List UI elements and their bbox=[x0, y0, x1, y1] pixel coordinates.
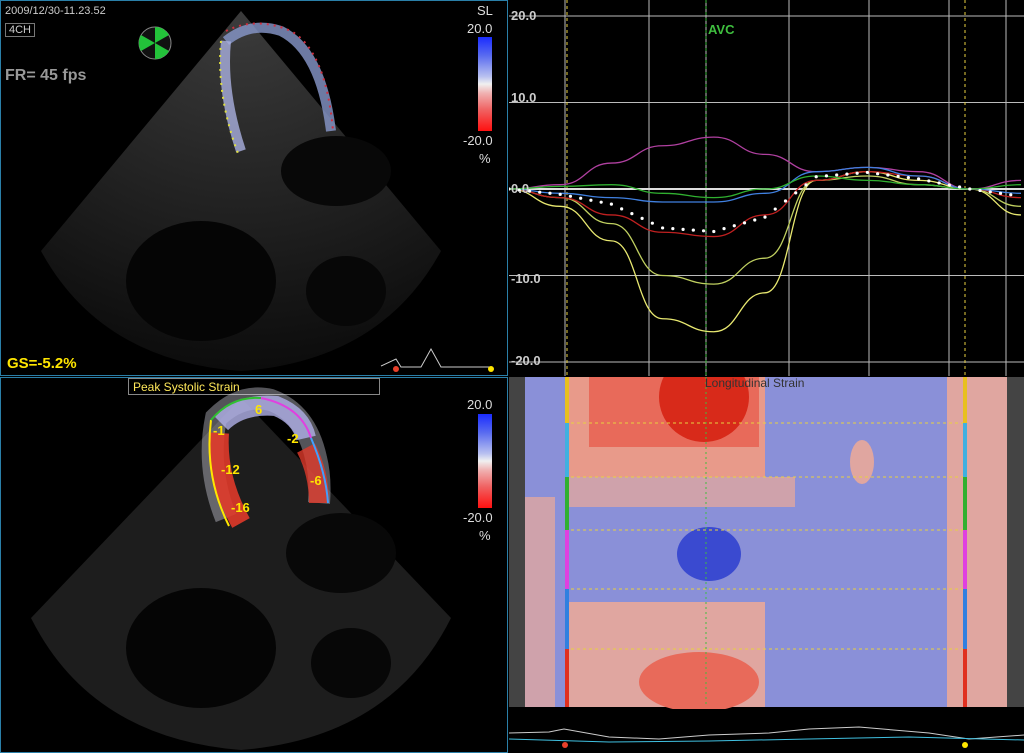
segment-value-mid-septal: -12 bbox=[221, 462, 240, 477]
global-strain-dot bbox=[1009, 193, 1013, 197]
global-strain-dot bbox=[691, 228, 695, 232]
global-strain-dot bbox=[998, 191, 1003, 195]
strain-colorbar bbox=[478, 37, 492, 131]
global-strain-dot bbox=[886, 173, 890, 177]
global-strain-dot bbox=[845, 172, 849, 176]
strain-series-line bbox=[509, 175, 1022, 199]
timestamp: 2009/12/30-11.23.52 bbox=[5, 5, 106, 17]
global-strain-dot bbox=[742, 221, 747, 225]
global-strain-dot bbox=[968, 187, 972, 191]
scale-min: -20.0 bbox=[463, 133, 493, 148]
global-strain-dot bbox=[896, 174, 900, 178]
global-strain-dot bbox=[650, 221, 654, 225]
strain-curves-panel[interactable]: 20.0 10.0 0.0 -10.0 -20.0 AVC bbox=[509, 0, 1024, 376]
view-label: 4CH bbox=[5, 23, 36, 37]
global-strain-dot bbox=[876, 172, 880, 176]
global-strain-dot bbox=[661, 226, 665, 230]
global-strain-dot bbox=[630, 212, 634, 216]
global-strain-dot bbox=[548, 191, 552, 195]
global-strain-dot bbox=[538, 190, 542, 194]
scale-max: 20.0 bbox=[467, 21, 493, 36]
global-strain-dot bbox=[804, 183, 808, 187]
segment-value-apical-septal: -1 bbox=[213, 423, 225, 438]
global-strain: GS=-5.2% bbox=[7, 355, 77, 372]
global-strain-dot bbox=[701, 229, 706, 233]
global-strain-dot bbox=[865, 170, 869, 175]
global-strain-dot bbox=[579, 196, 583, 200]
strain-map-panel[interactable]: Longitudinal Strain bbox=[509, 377, 1024, 753]
global-strain-dot bbox=[589, 198, 593, 202]
global-strain-dot bbox=[609, 202, 613, 206]
peak-strain-panel[interactable]: Peak Systolic Strain 6 -1 -2 -12 -6 -16 … bbox=[0, 377, 508, 753]
global-strain-dot bbox=[773, 207, 777, 211]
global-strain-dot bbox=[753, 218, 757, 222]
y-tick-10: 10.0 bbox=[511, 90, 537, 105]
global-strain-dot bbox=[978, 188, 982, 193]
global-strain-dot bbox=[712, 229, 716, 234]
global-strain-dot bbox=[681, 227, 685, 231]
global-strain-dot bbox=[824, 174, 829, 178]
global-strain-dot bbox=[855, 171, 859, 175]
global-strain-dot bbox=[722, 227, 726, 231]
global-strain-dot bbox=[599, 200, 603, 204]
segment-value-basal-septal: -16 bbox=[231, 500, 250, 515]
global-strain-dot bbox=[947, 183, 951, 187]
strain-curves-chart bbox=[509, 0, 1024, 376]
echo-image-segments bbox=[31, 387, 451, 750]
global-strain-dot bbox=[732, 224, 736, 228]
global-strain-dot bbox=[957, 185, 962, 189]
segment-value-mid-lateral: -6 bbox=[310, 473, 322, 488]
global-strain-dot bbox=[558, 192, 562, 196]
y-tick-neg10: -10.0 bbox=[511, 271, 541, 286]
frame-rate: FR= 45 fps bbox=[5, 67, 87, 84]
strain-series-line bbox=[509, 136, 1022, 190]
global-strain-dot bbox=[927, 179, 931, 183]
strain-map-title: Longitudinal Strain bbox=[705, 377, 805, 390]
y-tick-0: 0.0 bbox=[511, 181, 530, 196]
echo-view-panel[interactable]: 2009/12/30-11.23.52 4CH FR= 45 fps GS=-5… bbox=[0, 0, 508, 376]
echo-image bbox=[41, 11, 494, 372]
y-tick-neg20: -20.0 bbox=[511, 353, 541, 368]
global-strain-dot bbox=[763, 215, 767, 219]
strain-map bbox=[509, 377, 1024, 753]
strain-series-line bbox=[509, 171, 1022, 238]
segment-wheel-icon bbox=[138, 26, 172, 60]
strain-colorbar-2 bbox=[478, 414, 492, 508]
scale-unit-2: % bbox=[479, 528, 491, 543]
scale-min-2: -20.0 bbox=[463, 510, 493, 525]
y-tick-20: 20.0 bbox=[511, 8, 537, 23]
segment-value-apical-lateral: -2 bbox=[287, 431, 299, 446]
segment-value-apical: 6 bbox=[255, 402, 263, 417]
global-strain-dot bbox=[917, 177, 921, 181]
global-strain-dot bbox=[620, 207, 624, 211]
global-strain-dot bbox=[794, 191, 798, 195]
avc-label: AVC bbox=[708, 22, 735, 37]
scale-unit: % bbox=[479, 151, 491, 166]
strain-series-line bbox=[509, 175, 1022, 285]
global-strain-dot bbox=[906, 176, 910, 180]
scale-max-2: 20.0 bbox=[467, 397, 493, 412]
global-strain-dot bbox=[835, 173, 839, 177]
scale-label: SL bbox=[477, 3, 493, 18]
global-strain-dot bbox=[937, 181, 941, 185]
global-strain-dot bbox=[814, 175, 818, 179]
global-strain-dot bbox=[671, 227, 675, 231]
global-strain-dot bbox=[988, 190, 992, 194]
global-strain-dot bbox=[783, 199, 788, 203]
global-strain-dot bbox=[568, 194, 573, 198]
global-strain-dot bbox=[640, 216, 644, 221]
